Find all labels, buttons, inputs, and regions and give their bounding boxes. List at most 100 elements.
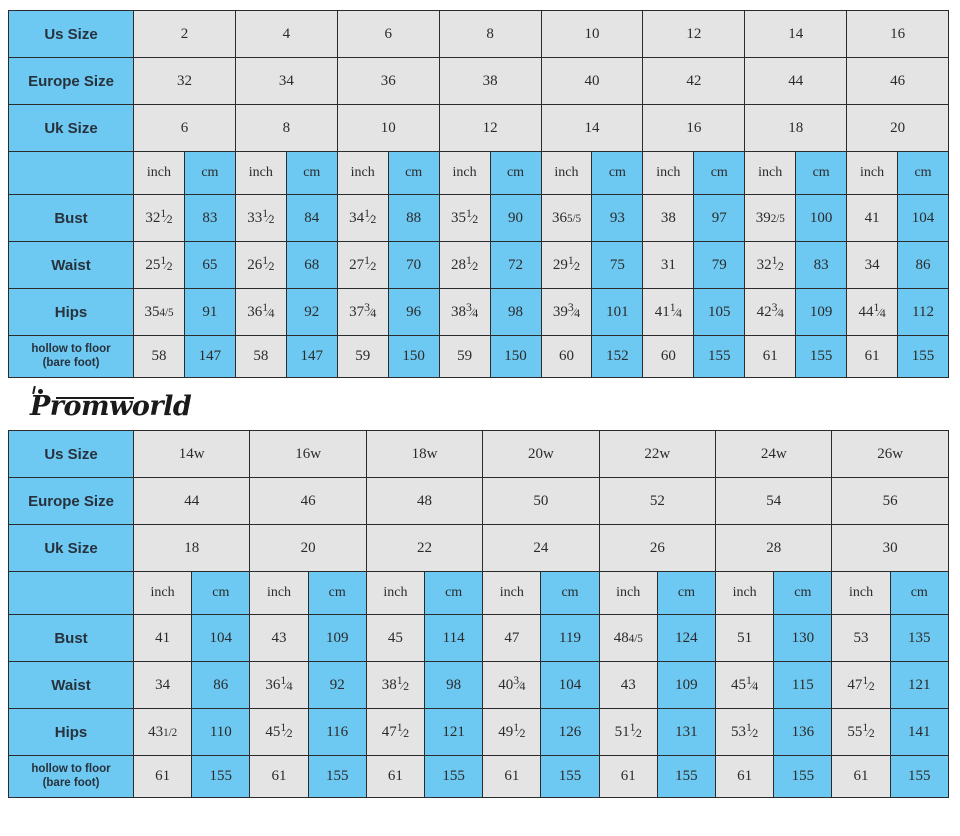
promworld-logo[interactable]: Promworld	[14, 385, 214, 424]
row-label-hollow-to-floor: hollow to floor (bare foot)	[8, 755, 134, 798]
cell-hips-cm-5: 105	[693, 288, 746, 336]
cell-waist-cm-6: 121	[889, 661, 949, 709]
cell-hips-inch-3: 383⁄4	[438, 288, 491, 336]
row-units: inch cm inch cm inch cm inch cm inch cm inch cm inch…	[8, 151, 949, 195]
unit-cm-1: cm	[307, 571, 367, 615]
cell-uk-size-0: 18	[132, 524, 251, 572]
cell-hips-cm-4: 131	[656, 708, 717, 756]
cell-hollow-inch-2: 61	[365, 755, 426, 798]
cell-bust-inch-1: 331⁄2	[234, 194, 287, 242]
unit-cm-0: cm	[183, 151, 236, 195]
row-label-uk-size: Uk Size	[8, 104, 134, 152]
cell-hips-cm-3: 126	[540, 708, 600, 756]
cell-europe-size-4: 52	[598, 477, 717, 525]
cell-uk-size-7: 20	[846, 104, 949, 152]
cell-hips-inch-6: 423⁄4	[744, 288, 797, 336]
cell-bust-cm-0: 104	[191, 614, 251, 662]
cell-hollow-inch-7: 61	[846, 335, 899, 378]
row-label-hollow-to-floor: hollow to floor (bare foot)	[8, 335, 134, 378]
cell-waist-inch-3: 281⁄2	[438, 241, 491, 289]
cell-hips-cm-2: 121	[424, 708, 484, 756]
cell-bust-inch-7: 41	[846, 194, 899, 242]
unit-inch-5: inch	[642, 151, 695, 195]
cell-hollow-cm-0: 155	[191, 755, 251, 798]
cell-europe-size-3: 50	[482, 477, 600, 525]
cell-waist-cm-3: 104	[540, 661, 600, 709]
cell-uk-size-1: 8	[234, 104, 338, 152]
unit-inch-2: inch	[336, 151, 389, 195]
row-label-us-size: Us Size	[8, 10, 134, 58]
cell-europe-size-0: 32	[133, 57, 236, 105]
row-label-uk-size: Uk Size	[8, 524, 134, 572]
cell-bust-inch-4: 365/5	[540, 194, 593, 242]
cell-uk-size-5: 16	[642, 104, 746, 152]
cell-hollow-inch-5: 61	[715, 755, 775, 798]
cell-hips-cm-2: 96	[387, 288, 440, 336]
cell-bust-inch-2: 341⁄2	[336, 194, 389, 242]
cell-hollow-inch-3: 61	[482, 755, 542, 798]
cell-hollow-inch-0: 61	[132, 755, 193, 798]
unit-inch-0: inch	[133, 151, 185, 195]
cell-waist-inch-4: 291⁄2	[540, 241, 593, 289]
cell-waist-cm-4: 109	[656, 661, 717, 709]
cell-bust-inch-5: 38	[642, 194, 695, 242]
cell-hollow-inch-4: 60	[540, 335, 593, 378]
cell-bust-inch-4: 484/5	[598, 614, 658, 662]
cell-europe-size-1: 46	[249, 477, 367, 525]
cell-bust-inch-3: 351⁄2	[438, 194, 491, 242]
plus-size-table-body: Us Size 14w 16w 18w 20w 22w 24w 26w Europe Size 4…	[8, 430, 949, 798]
cell-bust-inch-3: 47	[482, 614, 542, 662]
cell-hollow-cm-2: 150	[387, 335, 440, 378]
unit-inch-3: inch	[482, 571, 542, 615]
cell-hollow-inch-2: 59	[336, 335, 389, 378]
row-europe-size: Europe Size 32 34 36 38 40 42 44 46	[8, 57, 949, 105]
cell-hollow-cm-3: 155	[540, 755, 600, 798]
cell-bust-inch-6: 392/5	[744, 194, 797, 242]
cell-waist-cm-1: 68	[285, 241, 338, 289]
cell-waist-cm-6: 83	[795, 241, 848, 289]
row-label-hips: Hips	[8, 288, 134, 336]
unit-cm-0: cm	[191, 571, 251, 615]
row-label-bust: Bust	[8, 194, 134, 242]
cell-europe-size-0: 44	[132, 477, 251, 525]
cell-us-size-0: 14w	[132, 430, 251, 478]
cell-bust-inch-2: 45	[365, 614, 426, 662]
cell-hips-inch-7: 441⁄4	[846, 288, 899, 336]
unit-cm-6: cm	[795, 151, 848, 195]
cell-uk-size-6: 18	[744, 104, 848, 152]
unit-inch-7: inch	[846, 151, 899, 195]
cell-europe-size-6: 56	[831, 477, 949, 525]
unit-inch-1: inch	[249, 571, 309, 615]
row-hips: Hips 431/2 110 451⁄2 116 471⁄2 121 491⁄2 126 511⁄…	[8, 708, 949, 756]
cell-us-size-5: 12	[642, 10, 746, 58]
cell-hollow-inch-4: 61	[598, 755, 658, 798]
cell-hollow-cm-4: 155	[656, 755, 717, 798]
row-label-waist: Waist	[8, 661, 134, 709]
row-europe-size: Europe Size 44 46 48 50 52 54 56	[8, 477, 949, 525]
cell-bust-cm-1: 84	[285, 194, 338, 242]
unit-cm-5: cm	[773, 571, 833, 615]
cell-us-size-6: 26w	[831, 430, 949, 478]
cell-hips-inch-6: 551⁄2	[831, 708, 891, 756]
cell-hips-cm-1: 116	[307, 708, 367, 756]
cell-waist-inch-2: 381⁄2	[365, 661, 426, 709]
cell-hips-inch-0: 354/5	[133, 288, 185, 336]
row-bust: Bust 321⁄2 83 331⁄2 84 341⁄2 88 351⁄2 90 365/5 93 3…	[8, 194, 949, 242]
unit-cm-6: cm	[889, 571, 949, 615]
cell-waist-cm-2: 98	[424, 661, 484, 709]
cell-europe-size-4: 40	[540, 57, 644, 105]
cell-us-size-5: 24w	[715, 430, 833, 478]
cell-hollow-inch-6: 61	[831, 755, 891, 798]
cell-waist-cm-5: 79	[693, 241, 746, 289]
cell-europe-size-1: 34	[234, 57, 338, 105]
cell-hollow-inch-1: 58	[234, 335, 287, 378]
cell-waist-cm-0: 65	[183, 241, 236, 289]
plus-size-table: Us Size 14w 16w 18w 20w 22w 24w 26w Europe Size 4…	[8, 430, 949, 798]
cell-bust-cm-4: 124	[656, 614, 717, 662]
cell-waist-inch-5: 451⁄4	[715, 661, 775, 709]
cell-hollow-inch-0: 58	[133, 335, 185, 378]
cell-us-size-4: 10	[540, 10, 644, 58]
cell-waist-inch-0: 251⁄2	[133, 241, 185, 289]
cell-us-size-7: 16	[846, 10, 949, 58]
cell-bust-inch-0: 321⁄2	[133, 194, 185, 242]
